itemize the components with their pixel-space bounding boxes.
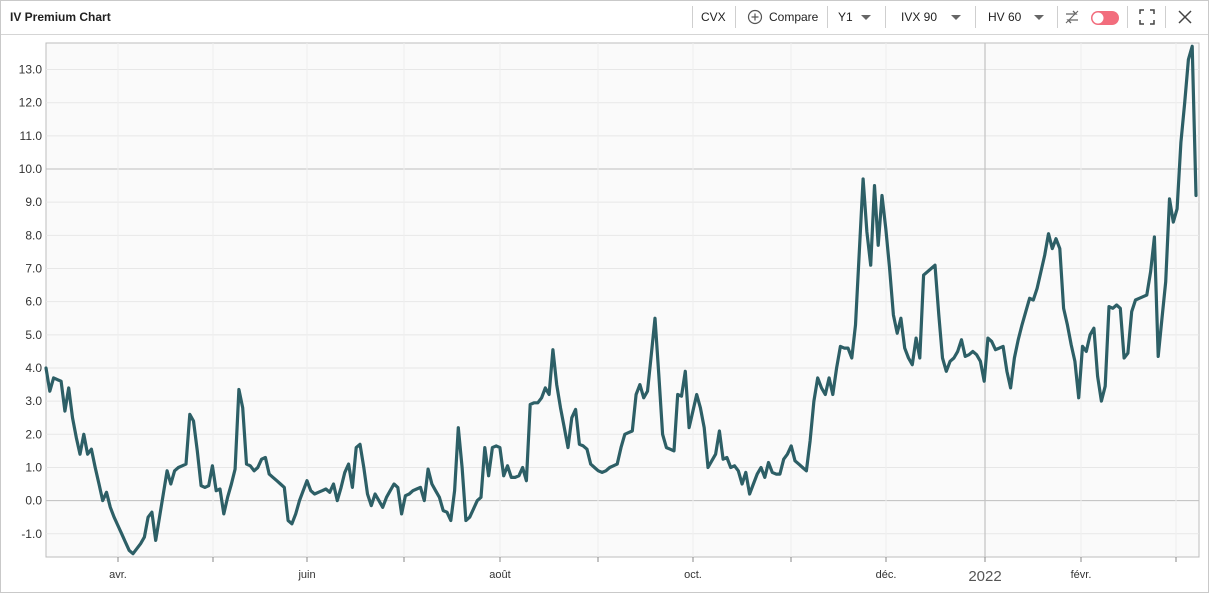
symbol-selector[interactable]: CVX: [701, 10, 726, 24]
x-axis: avr. juin août oct. déc. 2022 févr.: [109, 557, 1177, 585]
x-tick-label: 2022: [968, 568, 1001, 585]
y-axis: -1.0 0.0 1.0 2.0 3.0 4.0 5.0 6.0 7.0 8.0 9.0 10.0 11…: [19, 63, 43, 541]
y-tick-label: 7.0: [25, 261, 42, 275]
plus-circle-icon: [747, 9, 763, 25]
toolbar-divider: [1165, 6, 1166, 28]
y-tick-label: 4.0: [25, 361, 42, 375]
y-tick-label: 5.0: [25, 328, 42, 342]
toolbar-divider: [827, 6, 828, 28]
toolbar-divider: [1057, 6, 1058, 28]
x-tick-label: août: [489, 569, 510, 581]
y-tick-label: 1.0: [25, 460, 42, 474]
toolbar: IV Premium Chart CVX Compare Y1 IVX 90 H…: [1, 1, 1208, 35]
iv-premium-chart: -1.0 0.0 1.0 2.0 3.0 4.0 5.0 6.0 7.0 8.0 9.0 10.0 11…: [19, 42, 1200, 585]
y-tick-label: 2.0: [25, 427, 42, 441]
chevron-down-icon: [1034, 15, 1044, 20]
toolbar-divider: [975, 6, 976, 28]
hv-measure-value: HV 60: [988, 10, 1022, 24]
x-tick-label: déc.: [876, 569, 897, 581]
toolbar-divider: [885, 6, 886, 28]
y-tick-label: 8.0: [25, 228, 42, 242]
close-icon[interactable]: [1177, 9, 1193, 25]
y-tick-label: 0.0: [25, 494, 42, 508]
iv-measure-dropdown[interactable]: IVX 90: [889, 1, 971, 34]
window-title: IV Premium Chart: [10, 10, 111, 24]
iv-measure-value: IVX 90: [901, 10, 938, 24]
chart-window: IV Premium Chart CVX Compare Y1 IVX 90 H…: [0, 0, 1209, 593]
toggle-icon[interactable]: [1090, 10, 1120, 26]
x-tick-label: juin: [297, 569, 315, 581]
y-tick-label: 3.0: [25, 394, 42, 408]
grid: [45, 42, 1200, 558]
period-dropdown[interactable]: Y1: [831, 1, 881, 34]
chevron-down-icon: [951, 15, 961, 20]
y-tick-label: -1.0: [21, 527, 42, 541]
y-tick-label: 6.0: [25, 295, 42, 309]
toolbar-divider: [1127, 6, 1128, 28]
y-tick-label: 13.0: [19, 63, 43, 77]
toolbar-divider: [735, 6, 736, 28]
y-tick-label: 9.0: [25, 195, 42, 209]
compare-button[interactable]: Compare: [745, 1, 823, 34]
period-value: Y1: [838, 10, 853, 24]
y-tick-label: 11.0: [20, 129, 43, 143]
toolbar-divider: [692, 6, 693, 28]
x-tick-label: avr.: [109, 569, 127, 581]
chevron-down-icon: [861, 15, 871, 20]
hv-measure-dropdown[interactable]: HV 60: [979, 1, 1055, 34]
y-tick-label: 12.0: [19, 96, 43, 110]
fullscreen-icon[interactable]: [1138, 8, 1156, 26]
x-tick-label: oct.: [684, 569, 702, 581]
plot-area: [45, 42, 1200, 558]
x-tick-label: févr.: [1071, 569, 1092, 581]
y-tick-label: 10.0: [19, 162, 43, 176]
swap-icon[interactable]: [1063, 8, 1081, 26]
compare-label: Compare: [769, 10, 819, 24]
